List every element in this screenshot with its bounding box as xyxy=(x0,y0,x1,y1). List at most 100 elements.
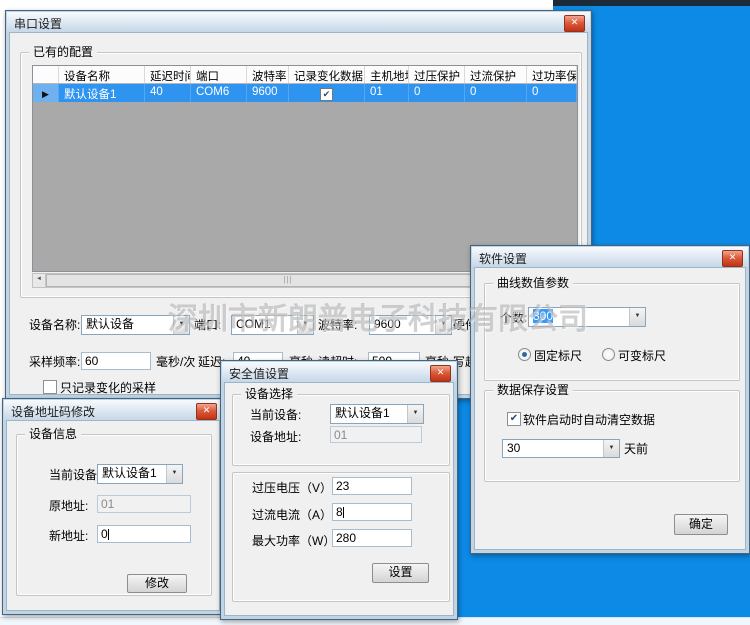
count-combobox[interactable]: 300 ▼ xyxy=(528,307,646,327)
port-label: 端口: xyxy=(194,318,221,332)
days-ago-label: 天前 xyxy=(624,442,648,456)
cell-delay: 40 xyxy=(145,84,191,102)
scrollbar-thumb[interactable]: ||| xyxy=(46,274,530,287)
device-info-group-label: 设备信息 xyxy=(25,427,81,441)
chevron-down-icon[interactable]: ▼ xyxy=(407,405,423,423)
data-save-groupbox: 数据保存设置 xyxy=(484,390,740,482)
window-software-dialog: 软件设置 ✕ 曲线数值参数 个数: 300 ▼ 固定标尺 可变标尺 数据保存设置… xyxy=(470,245,750,554)
auto-clear-label: 软件启动时自动清空数据 xyxy=(523,413,655,427)
table-header-row: 设备名称 延迟时间 端口 波特率 记录变化数据 主机地址 过压保护 过流保护 过… xyxy=(33,66,577,84)
config-table: 设备名称 延迟时间 端口 波特率 记录变化数据 主机地址 过压保护 过流保护 过… xyxy=(32,65,578,272)
safety-client-area: 设备选择 当前设备: 默认设备1 ▼ 设备地址: 01 过压电压（V）: 23 … xyxy=(224,382,454,616)
software-client-area: 曲线数值参数 个数: 300 ▼ 固定标尺 可变标尺 数据保存设置 ✔ 软件启动… xyxy=(474,267,746,550)
sample-rate-input[interactable]: 60 xyxy=(81,352,151,370)
selected-text: 300 xyxy=(533,309,553,323)
days-combobox[interactable]: 30 ▼ xyxy=(502,439,620,458)
cell-host: 01 xyxy=(365,84,409,102)
baud-label: 波特率: xyxy=(318,318,357,332)
device-address-label: 设备地址: xyxy=(250,430,301,444)
window-safety-dialog: 安全值设置 ✕ 设备选择 当前设备: 默认设备1 ▼ 设备地址: 01 过压电压… xyxy=(220,360,458,620)
record-only-checkbox[interactable] xyxy=(43,380,57,394)
chevron-down-icon[interactable]: ▼ xyxy=(435,316,451,334)
cell-ocp: 0 xyxy=(465,84,527,102)
row-selector-icon: ▶ xyxy=(33,84,59,102)
overvoltage-label: 过压电压（V）: xyxy=(252,481,335,495)
column-header-port[interactable]: 端口 xyxy=(191,66,247,83)
column-header-record[interactable]: 记录变化数据 xyxy=(289,66,365,83)
column-header-opp[interactable]: 过功率保护 xyxy=(527,66,577,83)
ok-button[interactable]: 确定 xyxy=(674,514,728,535)
variable-scale-radio[interactable] xyxy=(602,348,615,361)
current-device-label: 当前设备: xyxy=(250,408,301,422)
column-header-delay[interactable]: 延迟时间 xyxy=(145,66,191,83)
baud-combobox[interactable]: 9600 ▼ xyxy=(369,315,452,335)
old-address-input: 01 xyxy=(97,495,191,513)
current-device-combobox[interactable]: 默认设备1 ▼ xyxy=(330,404,424,424)
current-device-label: 当前设备: xyxy=(49,468,100,482)
serial-titlebar[interactable]: 串口设置 ✕ xyxy=(7,12,590,32)
curve-params-group-label: 曲线数值参数 xyxy=(493,276,573,290)
cell-record-checkbox[interactable]: ✔ xyxy=(289,84,365,102)
address-dialog-title: 设备地址码修改 xyxy=(11,403,95,420)
scroll-left-icon[interactable]: ◄ xyxy=(33,274,46,287)
config-group-label: 已有的配置 xyxy=(29,45,97,59)
column-header-ovp[interactable]: 过压保护 xyxy=(409,66,465,83)
software-dialog-title: 软件设置 xyxy=(479,250,527,267)
device-name-combobox[interactable]: 默认设备 ▼ xyxy=(81,315,190,335)
overvoltage-input[interactable]: 23 xyxy=(332,477,412,495)
overcurrent-label: 过流电流（A）: xyxy=(252,508,335,522)
curve-params-groupbox: 曲线数值参数 xyxy=(484,283,740,381)
variable-scale-label: 可变标尺 xyxy=(618,349,666,363)
chevron-down-icon[interactable]: ▼ xyxy=(297,316,313,334)
current-device-combobox[interactable]: 默认设备1 ▼ xyxy=(97,464,183,484)
safety-titlebar[interactable]: 安全值设置 ✕ xyxy=(222,362,456,382)
set-button[interactable]: 设置 xyxy=(372,563,429,583)
column-header-ocp[interactable]: 过流保护 xyxy=(465,66,527,83)
fixed-scale-label: 固定标尺 xyxy=(534,349,582,363)
desktop: 串口设置 ✕ 已有的配置 设备名称 延迟时间 端口 波特率 记录变化数据 主机地… xyxy=(0,0,750,625)
fixed-scale-radio[interactable] xyxy=(518,348,531,361)
close-icon[interactable]: ✕ xyxy=(430,365,451,382)
chevron-down-icon[interactable]: ▼ xyxy=(603,440,619,457)
cell-baud: 9600 xyxy=(247,84,289,102)
device-address-input: 01 xyxy=(330,426,422,443)
chevron-down-icon[interactable]: ▼ xyxy=(173,316,189,334)
close-icon[interactable]: ✕ xyxy=(564,15,585,32)
device-select-group-label: 设备选择 xyxy=(241,387,297,401)
column-header-device-name[interactable]: 设备名称 xyxy=(59,66,145,83)
max-power-input[interactable]: 280 xyxy=(332,529,412,547)
device-info-groupbox: 设备信息 xyxy=(16,434,212,596)
max-power-label: 最大功率（W）: xyxy=(252,534,339,548)
close-icon[interactable]: ✕ xyxy=(196,403,217,420)
overcurrent-input[interactable]: 8 xyxy=(332,503,412,521)
data-save-group-label: 数据保存设置 xyxy=(493,383,573,397)
address-client-area: 设备信息 当前设备: 默认设备1 ▼ 原地址: 01 新地址: 0 修改 xyxy=(6,420,220,611)
column-header-baud[interactable]: 波特率 xyxy=(247,66,289,83)
checkbox-checked-icon: ✔ xyxy=(320,88,333,101)
cell-device-name: 默认设备1 xyxy=(59,84,145,102)
text-cursor xyxy=(343,507,344,518)
count-label: 个数: xyxy=(500,311,527,325)
column-header-selector[interactable] xyxy=(33,66,59,83)
chevron-down-icon[interactable]: ▼ xyxy=(629,308,645,326)
serial-window-title: 串口设置 xyxy=(14,15,62,32)
sample-rate-label: 采样频率: xyxy=(29,355,80,369)
chevron-down-icon[interactable]: ▼ xyxy=(166,465,182,483)
port-combobox[interactable]: COM1 ▼ xyxy=(231,315,314,335)
table-row[interactable]: ▶ 默认设备1 40 COM6 9600 ✔ 01 0 0 0 xyxy=(33,84,577,102)
window-address-dialog: 设备地址码修改 ✕ 设备信息 当前设备: 默认设备1 ▼ 原地址: 01 新地址… xyxy=(2,398,224,615)
auto-clear-checkbox[interactable]: ✔ xyxy=(507,412,521,426)
old-address-label: 原地址: xyxy=(49,499,88,513)
cell-ovp: 0 xyxy=(409,84,465,102)
new-address-input[interactable]: 0 xyxy=(97,525,191,543)
text-cursor xyxy=(108,529,109,540)
column-header-host[interactable]: 主机地址 xyxy=(365,66,409,83)
modify-button[interactable]: 修改 xyxy=(127,574,187,593)
address-titlebar[interactable]: 设备地址码修改 ✕ xyxy=(4,400,222,420)
cell-port: COM6 xyxy=(191,84,247,102)
cell-opp: 0 xyxy=(527,84,577,102)
record-only-label: 只记录变化的采样 xyxy=(60,381,156,395)
close-icon[interactable]: ✕ xyxy=(722,250,743,267)
software-titlebar[interactable]: 软件设置 ✕ xyxy=(472,247,748,267)
device-name-label: 设备名称: xyxy=(29,318,80,332)
